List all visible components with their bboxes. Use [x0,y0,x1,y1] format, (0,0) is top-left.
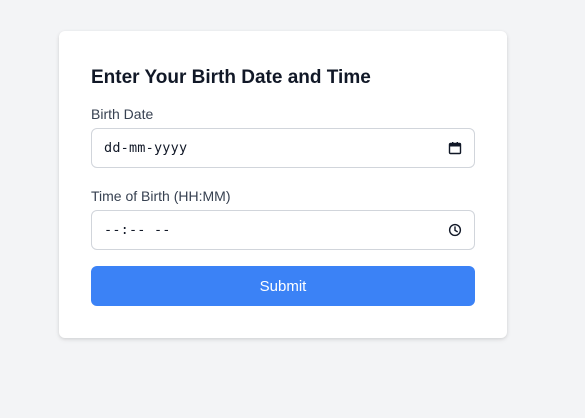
birth-date-value: dd-mm-yyyy [104,140,188,156]
clock-icon[interactable] [448,223,462,237]
birth-date-input[interactable]: dd-mm-yyyy [91,128,475,168]
birth-form-card: Enter Your Birth Date and Time Birth Dat… [59,31,507,338]
form-title: Enter Your Birth Date and Time [91,67,371,88]
calendar-icon[interactable] [448,141,462,155]
submit-button[interactable]: Submit [91,266,475,306]
birth-date-label: Birth Date [91,106,154,122]
birth-time-input[interactable]: --:-- -- [91,210,475,250]
birth-time-value: --:-- -- [104,222,171,238]
birth-time-label: Time of Birth (HH:MM) [91,188,231,204]
